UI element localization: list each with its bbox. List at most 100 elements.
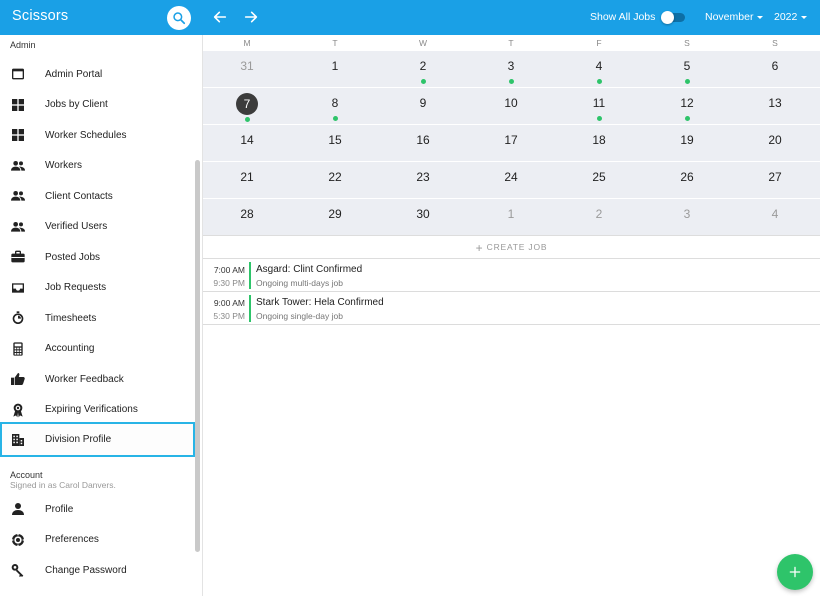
calendar-day[interactable]: 1 — [467, 199, 555, 236]
calendar-day[interactable]: 12 — [643, 88, 731, 125]
calendar-day[interactable]: 28 — [203, 199, 291, 236]
calendar-day[interactable]: 18 — [555, 125, 643, 162]
caret-down-icon — [757, 16, 764, 19]
calendar-day[interactable]: 20 — [731, 125, 819, 162]
person-icon — [12, 503, 24, 515]
sidebar-item-workers[interactable]: Workers — [0, 151, 196, 181]
sidebar-item-label: Admin Portal — [45, 68, 103, 80]
sidebar-item-accounting[interactable]: Accounting — [0, 334, 196, 364]
calendar-day[interactable]: 23 — [379, 162, 467, 199]
sidebar-item-verified-users[interactable]: Verified Users — [0, 212, 196, 242]
day-number: 4 — [595, 59, 603, 73]
event-indicator-dot — [333, 116, 338, 121]
calendar-day[interactable]: 9 — [379, 88, 467, 125]
day-number: 3 — [507, 59, 515, 73]
sidebar-item-preferences[interactable]: Preferences — [0, 525, 196, 555]
calendar-week-row: 21 22 23 24 25 26 27 — [203, 161, 820, 198]
weekday-label: W — [418, 38, 428, 48]
arrow-right-icon[interactable] — [243, 9, 259, 25]
add-fab-button[interactable] — [777, 554, 813, 590]
calendar-day[interactable]: 31 — [203, 51, 291, 88]
calendar-day[interactable]: 5 — [643, 51, 731, 88]
calendar-day[interactable]: 14 — [203, 125, 291, 162]
calendar-day[interactable]: 3 — [643, 199, 731, 236]
calendar: MTWTFSS 31 1 2 3 4 5 6 7 8 9 10 11 12 13 14 15 16 17 18 19 2… — [203, 35, 820, 325]
sidebar-item-label: Workers — [45, 160, 83, 171]
sidebar-item-posted-jobs[interactable]: Posted Jobs — [0, 242, 196, 272]
sidebar-item-profile[interactable]: Profile — [0, 494, 196, 524]
sidebar-item-job-requests[interactable]: Job Requests — [0, 273, 196, 303]
calendar-day[interactable]: 13 — [731, 88, 819, 125]
event-list-item[interactable]: 9:00 AM 5:30 PM Stark Tower: Hela Confirme… — [203, 292, 820, 325]
calendar-day[interactable]: 11 — [555, 88, 643, 125]
year-dropdown[interactable]: 2022 — [774, 11, 808, 23]
sidebar-scrollbar[interactable] — [195, 160, 200, 552]
sidebar-item-label: Worker Schedules — [45, 129, 127, 141]
calendar-day[interactable]: 16 — [379, 125, 467, 162]
sidebar-item-label: Expiring Verifications — [45, 404, 138, 415]
day-number: 28 — [240, 207, 254, 221]
sidebar-item-worker-schedules[interactable]: Worker Schedules — [0, 120, 196, 150]
calendar-day[interactable]: 6 — [731, 51, 819, 88]
event-indicator-dot — [509, 79, 514, 84]
calendar-day-today[interactable]: 7 — [203, 88, 291, 125]
day-number: 11 — [592, 96, 606, 110]
calendar-day[interactable]: 26 — [643, 162, 731, 199]
plus-icon — [789, 566, 801, 578]
calendar-day[interactable]: 27 — [731, 162, 819, 199]
calendar-day[interactable]: 10 — [467, 88, 555, 125]
sidebar-item-expiring-verifications[interactable]: Expiring Verifications — [0, 395, 196, 425]
sidebar-item-label: Jobs by Client — [45, 99, 108, 110]
day-number: 30 — [416, 207, 430, 221]
calendar-day[interactable]: 8 — [291, 88, 379, 125]
sidebar-item-jobs-by-client[interactable]: Jobs by Client — [0, 90, 196, 120]
sidebar-item-client-contacts[interactable]: Client Contacts — [0, 181, 196, 211]
event-list-item[interactable]: 7:00 AM 9:30 PM Asgard: Clint Confirmed Ong… — [203, 259, 820, 292]
sidebar-item-label: Client Contacts — [45, 190, 113, 202]
calendar-day[interactable]: 25 — [555, 162, 643, 199]
day-number: 1 — [507, 207, 515, 221]
month-dropdown[interactable]: November — [705, 11, 764, 23]
calendar-day[interactable]: 24 — [467, 162, 555, 199]
search-button[interactable] — [167, 6, 191, 30]
people-icon — [11, 160, 25, 171]
sidebar-item-worker-feedback[interactable]: Worker Feedback — [0, 364, 196, 394]
calendar-day[interactable]: 17 — [467, 125, 555, 162]
calendar-day[interactable]: 21 — [203, 162, 291, 199]
sidebar-item-label: Verified Users — [45, 221, 108, 232]
calendar-day[interactable]: 4 — [555, 51, 643, 88]
day-number: 8 — [331, 96, 339, 110]
year-value: 2022 — [774, 11, 798, 23]
sidebar-item-admin-portal[interactable]: Admin Portal — [0, 59, 196, 89]
calendar-day[interactable]: 29 — [291, 199, 379, 236]
month-value: November — [705, 11, 754, 23]
calendar-day[interactable]: 2 — [379, 51, 467, 88]
calendar-day[interactable]: 1 — [291, 51, 379, 88]
arrow-left-icon[interactable] — [212, 9, 228, 25]
create-job-button[interactable]: + CREATE JOB — [203, 235, 820, 259]
grid-icon — [12, 129, 24, 141]
day-number: 1 — [331, 59, 339, 73]
day-number: 2 — [419, 59, 427, 73]
sidebar-item-change-password[interactable]: Change Password — [0, 555, 196, 585]
calendar-day[interactable]: 15 — [291, 125, 379, 162]
day-number: 17 — [504, 133, 518, 147]
calendar-day[interactable]: 2 — [555, 199, 643, 236]
sidebar-item-timesheets[interactable]: Timesheets — [0, 303, 196, 333]
day-number: 20 — [768, 133, 782, 147]
day-number: 3 — [683, 207, 691, 221]
calculator-icon — [13, 341, 23, 356]
calendar-day[interactable]: 30 — [379, 199, 467, 236]
show-all-jobs-toggle[interactable] — [661, 11, 687, 24]
calendar-day[interactable]: 3 — [467, 51, 555, 88]
calendar-day[interactable]: 22 — [291, 162, 379, 199]
weekday-header: MTWTFSS — [203, 35, 820, 50]
calendar-day[interactable]: 4 — [731, 199, 819, 236]
calendar-day[interactable]: 19 — [643, 125, 731, 162]
day-number: 12 — [680, 96, 694, 110]
window-icon — [12, 68, 24, 80]
event-indicator-dot — [421, 79, 426, 84]
sidebar-item-division-profile[interactable]: Division Profile — [0, 422, 195, 457]
day-number: 21 — [240, 170, 254, 184]
event-start-time: 9:00 AM — [213, 298, 245, 308]
